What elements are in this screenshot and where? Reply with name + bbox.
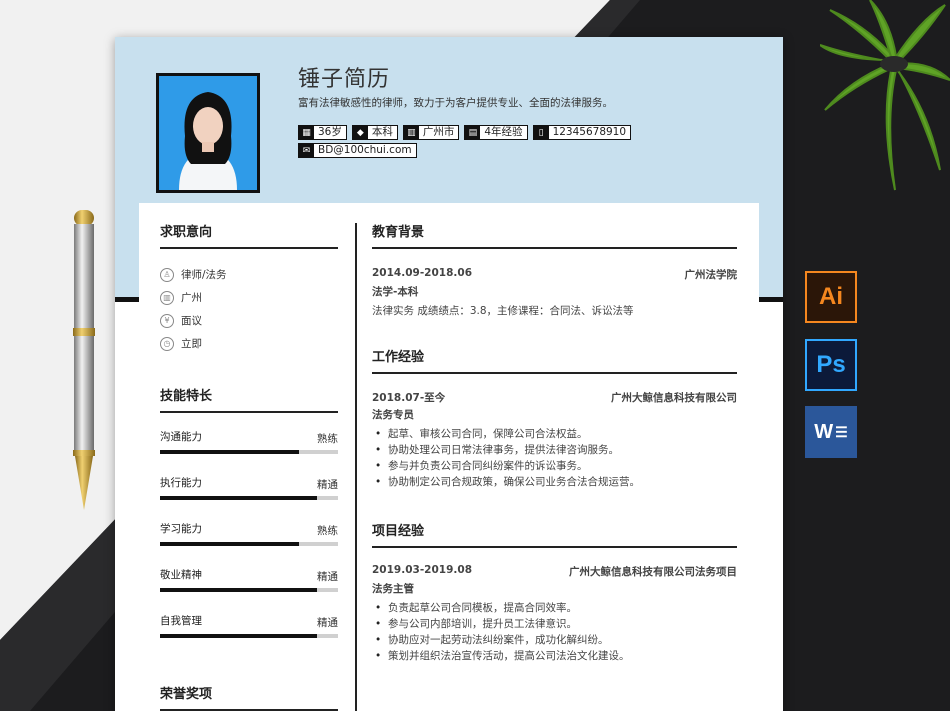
list-item: ◷ 立即 — [160, 332, 338, 355]
education-school: 广州法学院 — [684, 269, 738, 281]
resume-name: 锤子简历 — [298, 67, 391, 92]
skill-bar — [160, 542, 338, 546]
skills-section: 技能特长 沟通能力 熟练 执行能力 精通 学习能力 熟练 敬业精神 精通 自我管… — [160, 385, 338, 643]
work-title: 工作经验 — [372, 346, 737, 374]
info-tags: ▦ 36岁 ◆ 本科 ▥ 广州市 ▤ 4年经验 ▯ 12345678910 ✉ BD@100… — [298, 125, 688, 158]
project-position: 法务主管 — [372, 583, 414, 595]
resume-paper: 锤子简历 富有法律敏感性的律师，致力于为客户提供专业、全面的法律服务。 ▦ 36岁… — [115, 37, 783, 711]
education-title: 教育背景 — [372, 221, 737, 249]
age-tag: ▦ 36岁 — [298, 125, 347, 140]
skills-title: 技能特长 — [160, 385, 338, 413]
column-divider — [355, 223, 357, 711]
list-item: 参与公司内部培训，提升员工法律意识。 — [372, 616, 737, 632]
plant-decoration — [820, 0, 950, 191]
education-tag: ◆ 本科 — [351, 125, 398, 140]
building-icon: ▥ — [403, 126, 419, 139]
resume-intro: 富有法律敏感性的律师，致力于为客户提供专业、全面的法律服务。 — [298, 97, 613, 109]
intent-title: 求职意向 — [160, 221, 338, 249]
briefcase-icon: ▤ — [465, 126, 481, 139]
skill-bar — [160, 588, 338, 592]
education-major: 法学-本科 — [372, 286, 419, 298]
work-company: 广州大鲸信息科技有限公司 — [611, 392, 737, 404]
work-date: 2018.07-至今 — [372, 392, 446, 404]
experience-tag: ▤ 4年经验 — [464, 125, 528, 140]
avatar — [156, 73, 260, 193]
skill-bar — [160, 450, 338, 454]
yen-icon: ¥ — [160, 313, 174, 328]
calendar-icon: ▦ — [299, 126, 314, 139]
pen-decoration — [73, 210, 95, 510]
list-item: 参与并负责公司合同纠纷案件的诉讼事务。 — [372, 458, 737, 474]
skill-item: 学习能力 熟练 — [160, 517, 338, 551]
project-date: 2019.03-2019.08 — [372, 564, 473, 576]
skill-bar — [160, 634, 338, 638]
skill-bar — [160, 496, 338, 500]
honors-title: 荣誉奖项 — [160, 683, 338, 711]
clock-icon: ◷ — [160, 336, 174, 351]
project-section: 项目经验 2019.03-2019.08 广州大鲸信息科技有限公司法务项目 法务… — [372, 520, 737, 664]
email-tag: ✉ BD@100chui.com — [298, 143, 417, 158]
list-item: ♙ 律师/法务 — [160, 263, 338, 286]
skill-item: 自我管理 精通 — [160, 609, 338, 643]
tie-icon: ♙ — [160, 267, 174, 282]
illustrator-icon: Ai — [805, 271, 857, 323]
honors-section: 荣誉奖项 — [160, 683, 338, 711]
phone-tag: ▯ 12345678910 — [532, 125, 632, 140]
mail-icon: ✉ — [299, 144, 314, 157]
education-desc: 法律实务 成绩绩点：3.8，主修课程：合同法、诉讼法等 — [372, 305, 634, 317]
work-position: 法务专员 — [372, 409, 414, 421]
education-date: 2014.09-2018.06 — [372, 267, 473, 279]
project-company: 广州大鲸信息科技有限公司法务项目 — [569, 566, 737, 578]
education-section: 教育背景 2014.09-2018.06 广州法学院 法学-本科 法律实务 成绩… — [372, 221, 737, 318]
city-tag: ▥ 广州市 — [402, 125, 460, 140]
list-item: ▥ 广州 — [160, 286, 338, 309]
phone-icon: ▯ — [533, 126, 549, 139]
skill-item: 敬业精神 精通 — [160, 563, 338, 597]
list-item: 起草、审核公司合同，保障公司合法权益。 — [372, 426, 737, 442]
work-bullets: 起草、审核公司合同，保障公司合法权益。 协助处理公司日常法律事务，提供法律咨询服… — [372, 426, 737, 490]
skill-item: 执行能力 精通 — [160, 471, 338, 505]
project-title: 项目经验 — [372, 520, 737, 548]
photoshop-icon: Ps — [805, 339, 857, 391]
right-column: 教育背景 2014.09-2018.06 广州法学院 法学-本科 法律实务 成绩… — [372, 221, 737, 664]
project-bullets: 负责起草公司合同模板，提高合同效率。 参与公司内部培训，提升员工法律意识。 协助… — [372, 600, 737, 664]
skill-item: 沟通能力 熟练 — [160, 425, 338, 459]
list-item: ¥ 面议 — [160, 309, 338, 332]
building-icon: ▥ — [160, 290, 174, 305]
work-section: 工作经验 2018.07-至今 广州大鲸信息科技有限公司 法务专员 起草、审核公… — [372, 346, 737, 490]
intent-list: ♙ 律师/法务 ▥ 广州 ¥ 面议 ◷ 立即 — [160, 263, 338, 355]
list-item: 协助制定公司合规政策，确保公司业务合法合规运营。 — [372, 474, 737, 490]
word-icon: W ☰ — [805, 406, 857, 458]
list-item: 策划并组织法治宣传活动，提高公司法治文化建设。 — [372, 648, 737, 664]
list-item: 协助应对一起劳动法纠纷案件，成功化解纠纷。 — [372, 632, 737, 648]
list-item: 负责起草公司合同模板，提高合同效率。 — [372, 600, 737, 616]
graduation-cap-icon: ◆ — [352, 126, 368, 139]
list-item: 协助处理公司日常法律事务，提供法律咨询服务。 — [372, 442, 737, 458]
left-column: 求职意向 ♙ 律师/法务 ▥ 广州 ¥ 面议 ◷ 立即 技能特长 沟通能力 熟练 执行能… — [160, 221, 338, 643]
